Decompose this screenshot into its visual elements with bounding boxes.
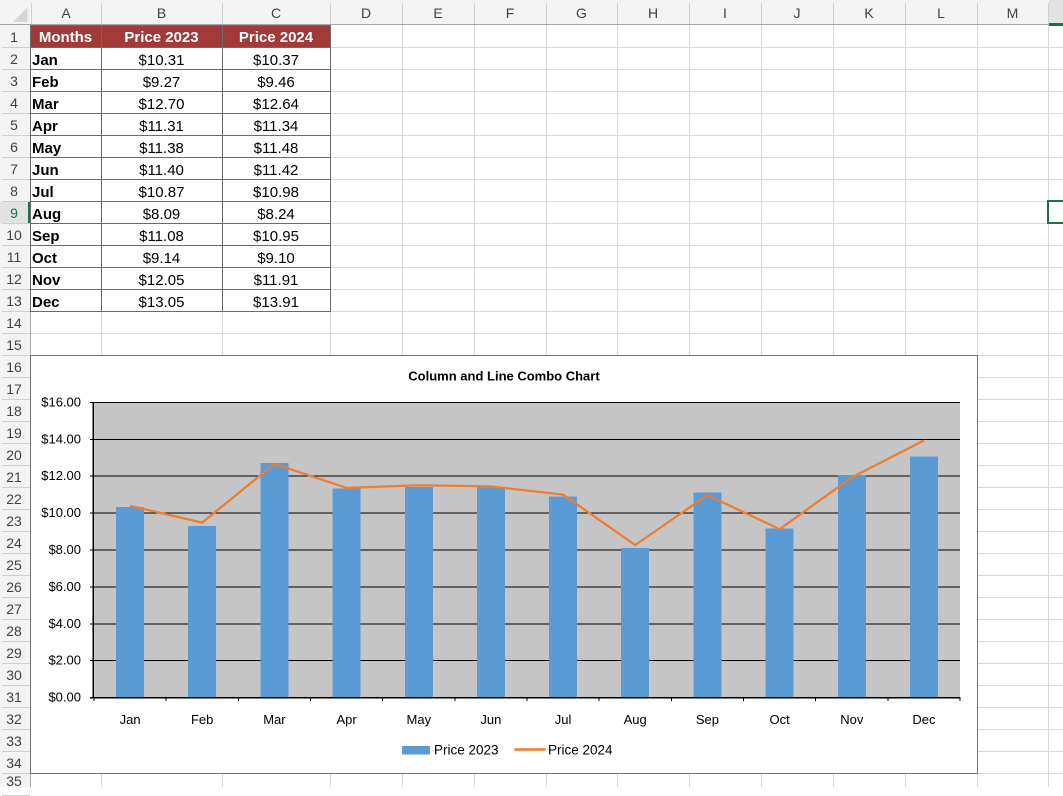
svg-text:$16.00: $16.00 xyxy=(41,395,81,410)
svg-text:$2.00: $2.00 xyxy=(48,653,81,668)
svg-text:$8.00: $8.00 xyxy=(48,542,81,557)
svg-text:Oct: Oct xyxy=(769,712,790,727)
svg-text:Jan: Jan xyxy=(120,712,141,727)
svg-text:Column and Line Combo Chart: Column and Line Combo Chart xyxy=(408,369,600,384)
svg-text:Dec: Dec xyxy=(912,712,936,727)
svg-text:Nov: Nov xyxy=(840,712,864,727)
svg-text:$0.00: $0.00 xyxy=(48,690,81,705)
svg-text:Mar: Mar xyxy=(263,712,286,727)
svg-text:Feb: Feb xyxy=(191,712,213,727)
svg-text:$12.00: $12.00 xyxy=(41,468,81,483)
svg-text:Price 2024: Price 2024 xyxy=(548,743,613,758)
svg-text:$14.00: $14.00 xyxy=(41,431,81,446)
svg-text:Apr: Apr xyxy=(336,712,357,727)
svg-text:Jun: Jun xyxy=(480,712,501,727)
svg-text:Sep: Sep xyxy=(696,712,719,727)
svg-text:$6.00: $6.00 xyxy=(48,579,81,594)
svg-text:May: May xyxy=(407,712,432,727)
svg-text:Aug: Aug xyxy=(624,712,647,727)
svg-text:Jul: Jul xyxy=(555,712,572,727)
svg-text:$4.00: $4.00 xyxy=(48,616,81,631)
svg-text:$10.00: $10.00 xyxy=(41,505,81,520)
svg-text:Price 2023: Price 2023 xyxy=(434,743,499,758)
